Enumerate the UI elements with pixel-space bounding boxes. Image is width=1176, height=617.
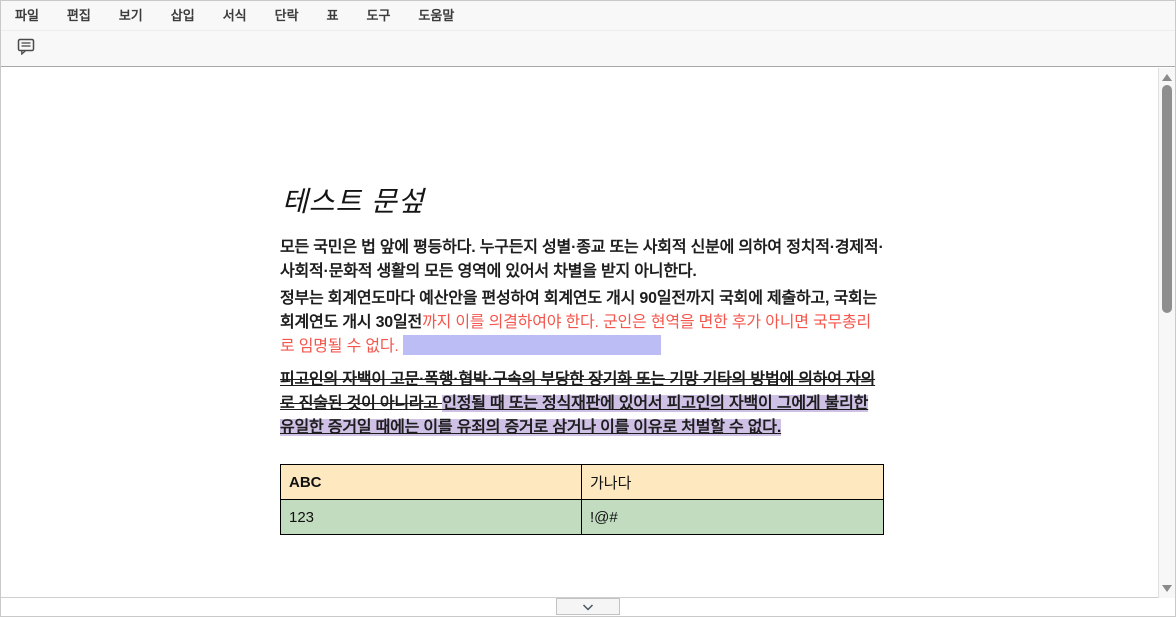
document-title[interactable]: 테스트 문섶	[282, 180, 884, 220]
paragraph-equality[interactable]: 모든 국민은 법 앞에 평등하다. 누구든지 성별·종교 또는 사회적 신분에 …	[280, 236, 884, 284]
scrollbar-thumb[interactable]	[1162, 85, 1172, 313]
paragraph-confession[interactable]: 피고인의 자백이 고문·폭행·협박·구속의 부당한 장기화 또는 기망 기타의 …	[280, 368, 884, 440]
expand-button[interactable]	[556, 598, 620, 615]
scroll-up-icon[interactable]	[1162, 74, 1172, 81]
menu-bar: 파일 편집 보기 삽입 서식 단락 표 도구 도움말	[1, 1, 1175, 31]
menu-item-table[interactable]: 표	[313, 1, 353, 30]
menu-item-view[interactable]: 보기	[105, 1, 157, 30]
table-cell-ganada[interactable]: 가나다	[582, 465, 884, 500]
menu-item-format[interactable]: 서식	[209, 1, 261, 30]
chevron-down-icon	[582, 598, 594, 616]
scroll-down-icon[interactable]	[1162, 585, 1172, 592]
document-table: ABC 가나다 123 !@#	[280, 464, 884, 535]
blank-highlight-block	[403, 335, 661, 355]
comment-icon	[17, 38, 35, 60]
table-cell-123[interactable]: 123	[281, 500, 582, 535]
table-row: 123 !@#	[281, 500, 884, 535]
text-run: 모든 국민은 법 앞에 평등하다. 누구든지 성별·종교 또는 사회적 신분에 …	[280, 239, 884, 280]
table-row: ABC 가나다	[281, 465, 884, 500]
menu-item-help[interactable]: 도움말	[404, 1, 468, 30]
toolbar	[1, 31, 1175, 67]
editor-window: 파일 편집 보기 삽입 서식 단락 표 도구 도움말 테스트 문섶	[0, 0, 1176, 617]
menu-item-paragraph[interactable]: 단락	[261, 1, 313, 30]
menu-item-tools[interactable]: 도구	[353, 1, 405, 30]
paragraph-budget[interactable]: 정부는 회계연도마다 예산안을 편성하여 회계연도 개시 90일전까지 국회에 …	[280, 287, 884, 359]
table-cell-abc[interactable]: ABC	[281, 465, 582, 500]
document-content: 테스트 문섶 모든 국민은 법 앞에 평등하다. 누구든지 성별·종교 또는 사…	[280, 180, 884, 535]
menu-item-file[interactable]: 파일	[1, 1, 53, 30]
menu-item-insert[interactable]: 삽입	[157, 1, 209, 30]
menu-item-edit[interactable]: 편집	[53, 1, 105, 30]
document-page[interactable]: 테스트 문섶 모든 국민은 법 앞에 평등하다. 누구든지 성별·종교 또는 사…	[1, 68, 1175, 598]
comment-button[interactable]	[13, 36, 39, 62]
table-cell-symbols[interactable]: !@#	[582, 500, 884, 535]
vertical-scrollbar[interactable]	[1158, 68, 1175, 598]
